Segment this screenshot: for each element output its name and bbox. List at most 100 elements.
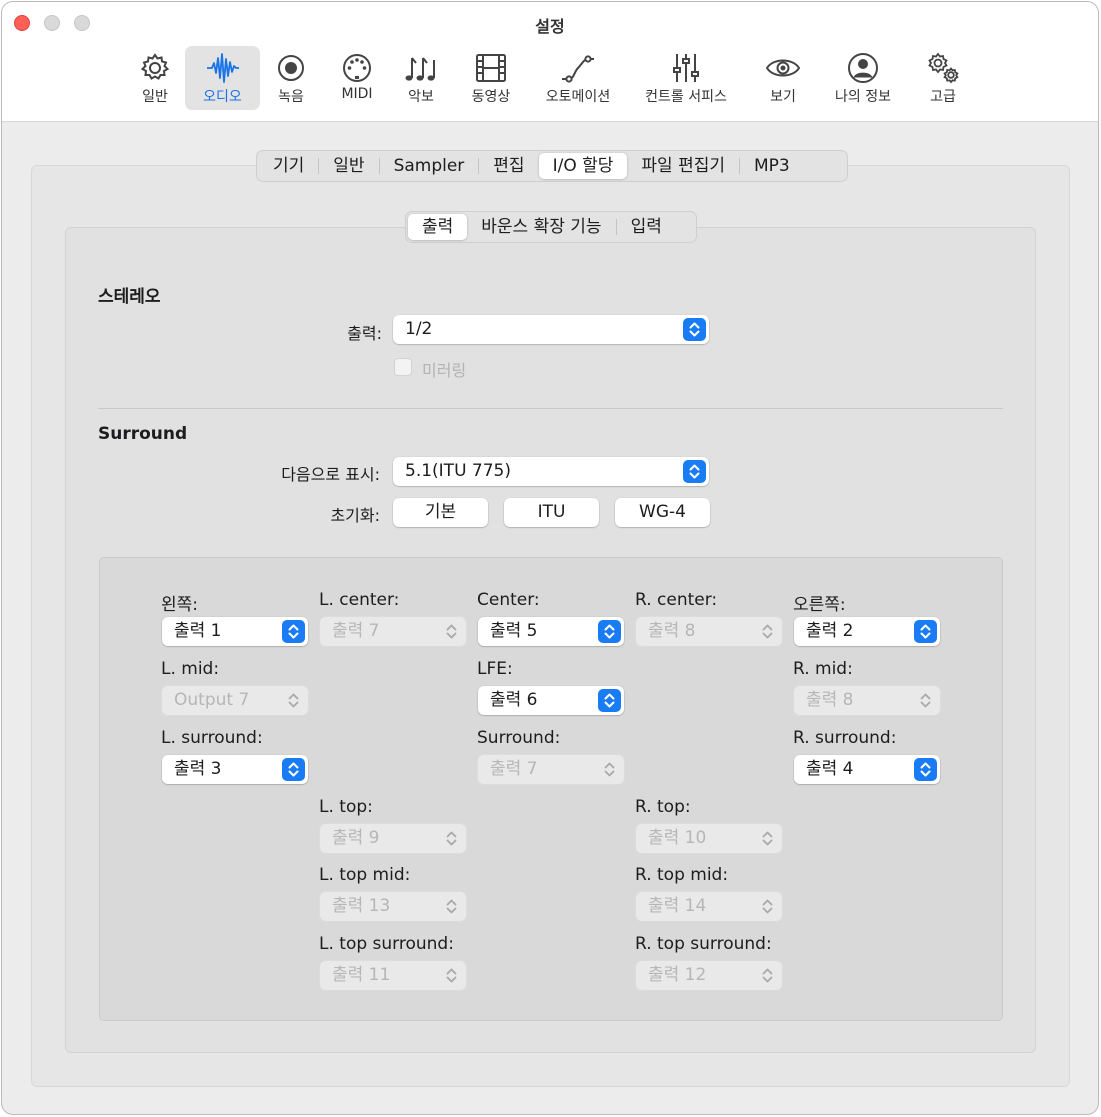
- channel-popup-surround: 출력 7: [478, 755, 624, 784]
- channel-label-l-top-surround: L. top surround:: [319, 934, 454, 954]
- channel-label-l-surround: L. surround:: [161, 728, 263, 748]
- toolbar-label: 컨트롤 서피스: [645, 89, 727, 105]
- sliders-icon: [673, 54, 699, 82]
- popup-value: 출력 8: [648, 621, 696, 641]
- chevron-up-down-icon: [683, 318, 706, 341]
- channel-popup-r-top-surround: 출력 12: [636, 961, 782, 990]
- subtab-bounce-extensions[interactable]: 바운스 확장 기능: [467, 214, 615, 240]
- toolbar-score[interactable]: 악보: [392, 46, 450, 110]
- toolbar-record[interactable]: 녹음: [262, 46, 320, 110]
- popup-value: 출력 7: [490, 759, 538, 779]
- toolbar-control-surfaces[interactable]: 컨트롤 서피스: [636, 46, 736, 110]
- popup-value: Output 7: [174, 690, 250, 710]
- channel-label-r-top-mid: R. top mid:: [635, 865, 729, 885]
- toolbar-view[interactable]: 보기: [754, 46, 812, 110]
- popup-value: 출력 3: [174, 759, 222, 779]
- tab-devices[interactable]: 기기: [259, 153, 318, 179]
- popup-value: 출력 7: [332, 621, 380, 641]
- toolbar-label: 나의 정보: [835, 89, 891, 105]
- channel-popup-l-top-surround: 출력 11: [320, 961, 466, 990]
- channel-popup-center[interactable]: 출력 5: [478, 617, 624, 646]
- popup-value: 출력 10: [648, 828, 707, 848]
- toolbar-midi[interactable]: MIDI: [328, 46, 386, 110]
- tab-editing[interactable]: 편집: [479, 153, 538, 179]
- stereo-output-label: 출력:: [347, 324, 382, 343]
- subtab-input[interactable]: 입력: [617, 214, 676, 240]
- chevron-up-down-icon: [598, 620, 621, 643]
- popup-value: 출력 9: [332, 828, 380, 848]
- popup-value: 출력 1: [174, 621, 222, 641]
- waveform-icon: [206, 53, 239, 83]
- channel-popup-l-surround[interactable]: 출력 3: [162, 755, 308, 784]
- chevron-up-down-icon: [914, 620, 937, 643]
- eye-icon: [765, 59, 801, 77]
- channel-popup-lfe[interactable]: 출력 6: [478, 686, 624, 715]
- toolbar-label: 보기: [770, 89, 796, 105]
- channel-label-r-top: R. top:: [635, 797, 691, 817]
- tab-general[interactable]: 일반: [319, 153, 378, 179]
- channel-popup-l-top-mid: 출력 13: [320, 892, 466, 921]
- chevron-up-down-icon: [440, 620, 463, 643]
- surround-display-label: 다음으로 표시:: [281, 465, 380, 484]
- tab-mp3[interactable]: MP3: [740, 153, 804, 179]
- tab-io-assignments[interactable]: I/O 할당: [538, 153, 628, 179]
- toolbar-automation[interactable]: 오토메이션: [537, 46, 619, 110]
- mirroring-label: 미러링: [422, 361, 467, 380]
- film-icon: [476, 54, 506, 82]
- channel-popup-r-top: 출력 10: [636, 824, 782, 853]
- channel-popup-r-center: 출력 8: [636, 617, 782, 646]
- popup-value: 출력 12: [648, 965, 707, 985]
- io-subtabs: 출력 바운스 확장 기능 입력: [405, 211, 697, 243]
- channel-label-r-top-surround: R. top surround:: [635, 934, 772, 954]
- init-wg4-button[interactable]: WG-4: [615, 498, 710, 527]
- tab-sampler[interactable]: Sampler: [380, 153, 479, 179]
- channel-popup-left[interactable]: 출력 1: [162, 617, 308, 646]
- toolbar-movie[interactable]: 동영상: [460, 46, 522, 110]
- chevron-up-down-icon: [282, 758, 305, 781]
- section-divider: [98, 408, 1003, 409]
- music-notes-icon: [405, 57, 435, 81]
- person-icon: [848, 53, 878, 83]
- popup-value: 출력 8: [806, 690, 854, 710]
- tab-file-editor[interactable]: 파일 편집기: [627, 153, 739, 179]
- channel-label-r-center: R. center:: [635, 590, 718, 610]
- midi-connector-icon: [343, 54, 371, 82]
- channel-popup-right[interactable]: 출력 2: [794, 617, 940, 646]
- channel-label-lfe: LFE:: [477, 659, 513, 679]
- settings-window: 설정 일반 오디오 녹음 MIDI 악보 동영상 오토메이션 컨트롤 서피스 보…: [1, 1, 1099, 1115]
- channel-popup-r-surround[interactable]: 출력 4: [794, 755, 940, 784]
- channel-label-l-mid: L. mid:: [161, 659, 220, 679]
- popup-value: 출력 2: [806, 621, 854, 641]
- channel-label-right: 오른쪽:: [793, 595, 846, 615]
- popup-value: 출력 4: [806, 759, 854, 779]
- channel-popup-l-mid: Output 7: [162, 686, 308, 715]
- init-default-button[interactable]: 기본: [393, 498, 488, 527]
- toolbar-label: 동영상: [471, 89, 511, 105]
- channel-label-l-top-mid: L. top mid:: [319, 865, 411, 885]
- toolbar-audio[interactable]: 오디오: [185, 46, 260, 110]
- stereo-output-popup[interactable]: 1/2: [393, 315, 709, 344]
- toolbar-label: 고급: [930, 89, 956, 105]
- surround-format-popup[interactable]: 5.1(ITU 775): [393, 457, 709, 486]
- init-itu-button[interactable]: ITU: [504, 498, 599, 527]
- automation-curve-icon: [562, 55, 594, 83]
- channel-label-l-center: L. center:: [319, 590, 400, 610]
- chevron-up-down-icon: [282, 689, 305, 712]
- popup-value: 출력 6: [490, 690, 538, 710]
- stereo-section-title: 스테레오: [98, 287, 161, 307]
- toolbar-my-info[interactable]: 나의 정보: [824, 46, 902, 110]
- toolbar-general[interactable]: 일반: [124, 46, 186, 110]
- channel-label-r-mid: R. mid:: [793, 659, 853, 679]
- channel-popup-r-mid: 출력 8: [794, 686, 940, 715]
- chevron-up-down-icon: [440, 895, 463, 918]
- subtab-output[interactable]: 출력: [408, 214, 468, 240]
- chevron-up-down-icon: [756, 827, 779, 850]
- audio-tabs: 기기 일반 Sampler 편집 I/O 할당 파일 편집기 MP3: [256, 150, 848, 182]
- gear-icon: [140, 53, 170, 80]
- chevron-up-down-icon: [756, 620, 779, 643]
- toolbar-label: MIDI: [341, 86, 373, 102]
- popup-value: 출력 13: [332, 896, 391, 916]
- channel-popup-l-top: 출력 9: [320, 824, 466, 853]
- mirroring-checkbox[interactable]: [394, 358, 412, 376]
- toolbar-advanced[interactable]: 고급: [914, 46, 972, 110]
